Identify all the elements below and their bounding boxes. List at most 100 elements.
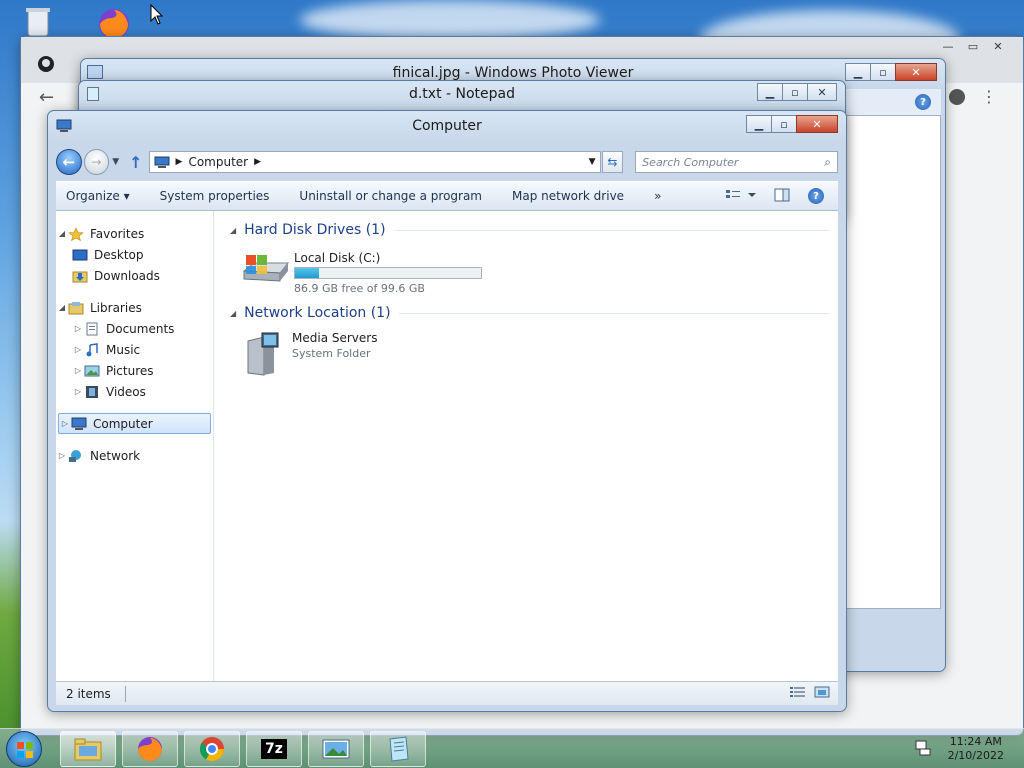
group-header-network-location[interactable]: ◢ Network Location (1) bbox=[230, 302, 830, 324]
nav-computer-label: Computer bbox=[93, 416, 153, 431]
system-properties-button[interactable]: System properties bbox=[160, 189, 270, 203]
browser-minimize-button[interactable]: — bbox=[935, 37, 961, 55]
recycle-bin-icon[interactable] bbox=[18, 4, 58, 40]
nav-desktop[interactable]: Desktop bbox=[56, 244, 213, 265]
search-icon[interactable]: ⌕ bbox=[824, 155, 831, 170]
expand-arrow-icon[interactable]: ◢ bbox=[56, 303, 68, 312]
collapsed-arrow-icon[interactable]: ▷ bbox=[59, 419, 71, 428]
nav-network[interactable]: ▷ Network bbox=[56, 445, 213, 466]
toolbar-overflow-button[interactable]: » bbox=[654, 189, 661, 203]
notepad-minimize-button[interactable]: ▁ bbox=[757, 83, 783, 101]
photo-viewer-close-button[interactable]: ✕ bbox=[895, 63, 937, 81]
expand-arrow-icon[interactable]: ◢ bbox=[56, 229, 68, 238]
refresh-button[interactable]: ⇆ bbox=[601, 151, 624, 173]
notepad-maximize-button[interactable]: ▫ bbox=[782, 83, 808, 101]
back-button[interactable]: ← bbox=[56, 149, 82, 175]
details-view-icon[interactable] bbox=[790, 686, 806, 701]
nav-favorites-label: Favorites bbox=[90, 226, 145, 241]
notepad-close-button[interactable]: ✕ bbox=[807, 83, 837, 101]
start-button[interactable] bbox=[6, 731, 42, 767]
collapsed-arrow-icon[interactable]: ▷ bbox=[56, 451, 68, 460]
media-servers-name: Media Servers bbox=[292, 331, 378, 345]
search-input[interactable]: Search Computer ⌕ bbox=[635, 151, 838, 173]
explorer-window[interactable]: Computer ▁ ▫ ✕ ← → ▼ ↑ ▶ Computer ▶ ▼ ⇆ … bbox=[47, 110, 847, 712]
breadcrumb-separator-icon[interactable]: ▶ bbox=[254, 157, 261, 167]
browser-menu-icon[interactable]: ⋮ bbox=[981, 87, 997, 106]
media-servers-type: System Folder bbox=[292, 347, 371, 360]
star-icon bbox=[68, 226, 84, 241]
taskbar-firefox-button[interactable] bbox=[122, 731, 178, 767]
computer-icon bbox=[71, 417, 87, 431]
address-computer-icon bbox=[154, 156, 170, 168]
breadcrumb-separator-icon[interactable]: ▶ bbox=[176, 157, 183, 167]
group-collapse-icon[interactable]: ◢ bbox=[230, 226, 236, 235]
nav-downloads[interactable]: Downloads bbox=[56, 265, 213, 286]
taskbar-photo-viewer-button[interactable] bbox=[308, 731, 364, 767]
forward-button[interactable]: → bbox=[83, 149, 110, 175]
address-dropdown-icon[interactable]: ▼ bbox=[589, 157, 596, 167]
nav-favorites[interactable]: ◢ Favorites bbox=[56, 223, 213, 244]
group-collapse-icon[interactable]: ◢ bbox=[230, 309, 236, 318]
notepad-title: d.txt - Notepad bbox=[408, 86, 516, 102]
browser-maximize-button[interactable]: ▭ bbox=[960, 37, 986, 55]
group-header-network-location-label: Network Location (1) bbox=[244, 305, 391, 321]
uninstall-program-button[interactable]: Uninstall or change a program bbox=[299, 189, 482, 203]
taskbar-explorer-button[interactable] bbox=[60, 731, 116, 767]
photo-viewer-help-icon[interactable]: ? bbox=[915, 94, 931, 110]
local-disk-name: Local Disk (C:) bbox=[294, 251, 381, 265]
explorer-maximize-button[interactable]: ▫ bbox=[771, 115, 797, 133]
local-disk-item[interactable]: Local Disk (C:) 86.9 GB free of 99.6 GB bbox=[240, 251, 482, 295]
system-clock[interactable]: 11:24 AM 2/10/2022 bbox=[948, 735, 1004, 763]
libraries-icon bbox=[68, 301, 84, 315]
explorer-close-button[interactable]: ✕ bbox=[796, 115, 838, 133]
browser-profile-icon[interactable] bbox=[949, 89, 965, 105]
nav-libraries[interactable]: ◢ Libraries bbox=[56, 297, 213, 318]
collapsed-arrow-icon[interactable]: ▷ bbox=[72, 366, 84, 375]
breadcrumb-computer[interactable]: Computer bbox=[188, 155, 248, 169]
firefox-desktop-icon[interactable] bbox=[94, 4, 134, 40]
videos-icon bbox=[84, 385, 100, 399]
collapsed-arrow-icon[interactable]: ▷ bbox=[72, 324, 84, 333]
photo-viewer-minimize-button[interactable]: ▁ bbox=[845, 63, 871, 81]
taskbar-chrome-button[interactable] bbox=[184, 731, 240, 767]
hard-drive-icon bbox=[240, 251, 292, 291]
large-icons-view-icon[interactable] bbox=[814, 686, 830, 701]
help-icon[interactable]: ? bbox=[808, 188, 824, 204]
organize-button[interactable]: Organize ▾ bbox=[66, 189, 130, 203]
address-bar[interactable]: ▶ Computer ▶ ▼ bbox=[148, 151, 601, 173]
nav-videos[interactable]: ▷ Videos bbox=[56, 381, 213, 402]
explorer-title: Computer bbox=[412, 118, 482, 134]
media-server-icon bbox=[240, 331, 292, 377]
file-view: ◢ Hard Disk Drives (1) Local Disk (C:) 8… bbox=[222, 211, 838, 681]
collapsed-arrow-icon[interactable]: ▷ bbox=[72, 345, 84, 354]
nav-libraries-label: Libraries bbox=[90, 300, 142, 315]
nav-computer[interactable]: ▷ Computer bbox=[58, 413, 211, 434]
notepad-icon bbox=[87, 87, 99, 101]
pictures-icon bbox=[84, 364, 100, 378]
search-placeholder: Search Computer bbox=[642, 155, 739, 169]
taskbar-7zip-button[interactable]: 7z bbox=[246, 731, 302, 767]
status-bar: 2 items bbox=[56, 681, 838, 705]
item-count: 2 items bbox=[66, 686, 111, 701]
navigation-pane: ◢ Favorites Desktop Downloads ◢ Librarie… bbox=[56, 211, 214, 681]
preview-pane-icon[interactable] bbox=[774, 188, 790, 205]
nav-documents-label: Documents bbox=[106, 321, 175, 336]
network-tray-icon[interactable] bbox=[914, 739, 932, 760]
notepad-app-icon bbox=[389, 736, 409, 762]
folder-icon bbox=[74, 738, 102, 761]
explorer-minimize-button[interactable]: ▁ bbox=[746, 115, 772, 133]
photo-viewer-maximize-button[interactable]: ▫ bbox=[870, 63, 896, 81]
browser-back-icon[interactable]: ← bbox=[39, 87, 54, 108]
taskbar-notepad-button[interactable] bbox=[370, 731, 426, 767]
nav-music[interactable]: ▷ Music bbox=[56, 339, 213, 360]
group-header-hard-disks[interactable]: ◢ Hard Disk Drives (1) bbox=[230, 219, 830, 241]
change-view-button[interactable] bbox=[726, 189, 756, 204]
recent-pages-dropdown-icon[interactable]: ▼ bbox=[112, 157, 119, 167]
nav-pictures[interactable]: ▷ Pictures bbox=[56, 360, 213, 381]
nav-documents[interactable]: ▷ Documents bbox=[56, 318, 213, 339]
map-network-drive-button[interactable]: Map network drive bbox=[512, 189, 624, 203]
up-level-icon[interactable]: ↑ bbox=[129, 153, 142, 172]
browser-close-button[interactable]: ✕ bbox=[985, 37, 1011, 55]
collapsed-arrow-icon[interactable]: ▷ bbox=[72, 387, 84, 396]
media-servers-item[interactable]: Media Servers System Folder bbox=[240, 331, 377, 377]
